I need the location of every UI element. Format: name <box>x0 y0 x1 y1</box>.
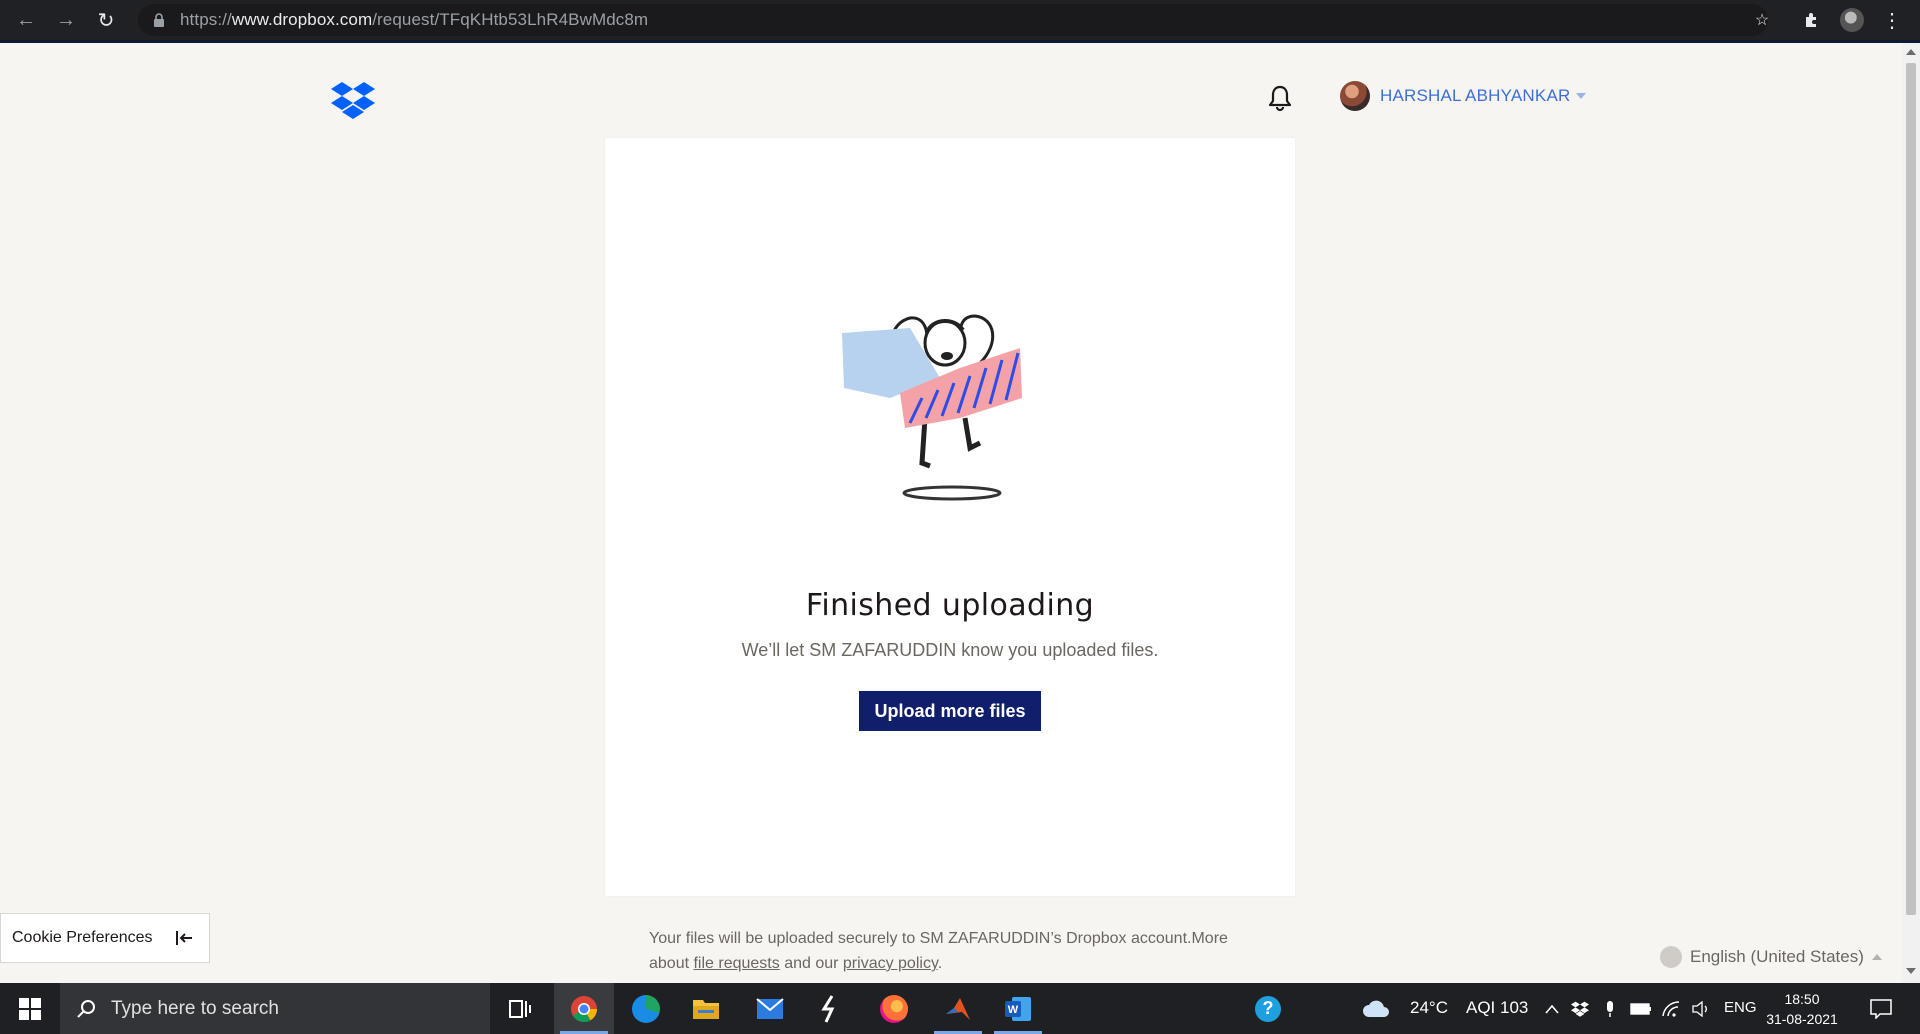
language-label: English (United States) <box>1690 947 1864 966</box>
chevron-up-icon <box>1871 954 1882 960</box>
footer-note: Your files will be uploaded securely to … <box>649 926 1269 976</box>
forward-icon[interactable]: → <box>52 6 80 34</box>
address-bar[interactable]: https://www.dropbox.com/request/TFqKHtb5… <box>138 4 1768 36</box>
privacy-policy-link[interactable]: privacy policy <box>843 955 938 972</box>
upload-status-card: Finished uploading We’ll let SM ZAFARUDD… <box>605 138 1295 896</box>
matlab-taskbar-icon[interactable] <box>928 983 988 1034</box>
avatar <box>1340 81 1370 111</box>
chevron-down-icon <box>1576 93 1587 99</box>
system-clock[interactable]: 18:50 31-08-2021 <box>1762 989 1842 1029</box>
page-content: HARSHAL ABHYANKAR Finished uploading We’… <box>0 43 1902 983</box>
browser-menu-icon[interactable]: ⋮ <box>1878 6 1906 34</box>
start-button[interactable] <box>0 983 60 1034</box>
notifications-icon[interactable] <box>1856 983 1906 1034</box>
bookmark-star-icon[interactable]: ☆ <box>1748 6 1776 34</box>
profile-avatar-icon[interactable] <box>1838 6 1866 34</box>
battery-icon[interactable] <box>1628 983 1654 1034</box>
scroll-thumb[interactable] <box>1906 63 1916 915</box>
edge-taskbar-icon[interactable] <box>616 983 676 1034</box>
app-taskbar-icon[interactable] <box>800 983 860 1034</box>
scroll-up-icon[interactable] <box>1906 49 1916 55</box>
user-name: HARSHAL ABHYANKAR <box>1380 86 1571 105</box>
upload-more-files-button[interactable]: Upload more files <box>859 691 1041 731</box>
clock-time: 18:50 <box>1784 991 1820 1007</box>
search-icon <box>77 999 95 1018</box>
url-text: https://www.dropbox.com/request/TFqKHtb5… <box>180 10 649 29</box>
windows-logo-icon <box>19 997 41 1020</box>
help-icon[interactable]: ? <box>1238 983 1298 1034</box>
firefox-taskbar-icon[interactable] <box>864 983 924 1034</box>
wifi-icon[interactable] <box>1658 983 1684 1034</box>
notification-bell-icon[interactable] <box>1265 83 1295 113</box>
dropbox-logo-icon[interactable] <box>331 81 375 119</box>
microphone-icon[interactable] <box>1598 983 1622 1034</box>
celebration-illustration <box>842 314 1022 501</box>
footer-text-2: and our <box>779 955 843 972</box>
lock-icon <box>154 13 164 27</box>
collapse-left-icon[interactable] <box>173 927 195 949</box>
vertical-scrollbar[interactable] <box>1902 43 1920 983</box>
cookie-preferences-button[interactable]: Cookie Preferences <box>0 913 210 963</box>
chrome-taskbar-icon[interactable] <box>554 983 614 1034</box>
file-explorer-taskbar-icon[interactable] <box>676 983 736 1034</box>
chevron-up-icon[interactable] <box>1540 983 1564 1034</box>
volume-icon[interactable] <box>1688 983 1714 1034</box>
taskbar-search-box[interactable]: Type here to search <box>60 983 490 1034</box>
status-message: We’ll let SM ZAFARUDDIN know you uploade… <box>741 640 1159 660</box>
scroll-down-icon[interactable] <box>1906 968 1916 974</box>
globe-icon <box>1660 946 1682 968</box>
search-placeholder: Type here to search <box>111 997 279 1019</box>
windows-taskbar: Type here to search W ? 24°C AQI 103 ENG… <box>0 983 1920 1034</box>
clock-date: 31-08-2021 <box>1766 1011 1838 1027</box>
back-icon[interactable]: ← <box>12 6 40 34</box>
weather-temperature: 24°C <box>1410 998 1448 1017</box>
page-title: Finished uploading <box>805 588 1095 623</box>
browser-toolbar: ← → ↻ https://www.dropbox.com/request/TF… <box>0 0 1920 40</box>
svg-text:W: W <box>1008 1004 1019 1016</box>
extensions-icon[interactable] <box>1798 6 1826 34</box>
user-menu[interactable]: HARSHAL ABHYANKAR <box>1340 81 1587 111</box>
air-quality: AQI 103 <box>1466 998 1529 1017</box>
weather-cloud-icon[interactable] <box>1356 983 1396 1034</box>
reload-icon[interactable]: ↻ <box>92 6 120 34</box>
cookie-preferences-label: Cookie Preferences <box>12 929 153 946</box>
task-view-icon[interactable] <box>490 983 550 1034</box>
file-requests-link[interactable]: file requests <box>693 955 779 972</box>
language-selector[interactable]: English (United States) <box>1660 946 1882 968</box>
mail-taskbar-icon[interactable] <box>740 983 800 1034</box>
dropbox-tray-icon[interactable] <box>1568 983 1592 1034</box>
input-language[interactable]: ENG <box>1724 999 1757 1016</box>
footer-text-3: . <box>937 955 943 972</box>
word-taskbar-icon[interactable]: W <box>988 983 1048 1034</box>
